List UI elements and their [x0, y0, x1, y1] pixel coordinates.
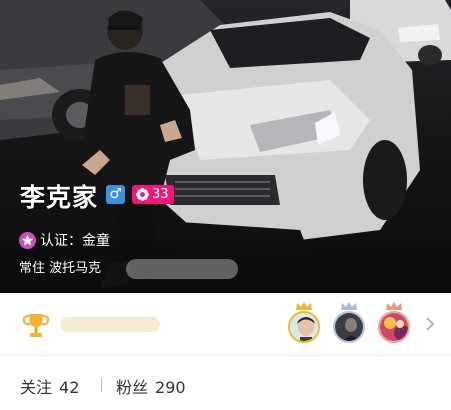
stats-divider — [101, 378, 102, 392]
chevron-right-icon[interactable] — [424, 315, 436, 333]
verified-star-icon — [19, 231, 36, 249]
fans-label: 粉丝 — [116, 378, 149, 397]
level-badge: 33 — [132, 185, 174, 204]
following-stat[interactable]: 关注 42 — [20, 374, 79, 398]
following-label: 关注 — [20, 378, 53, 397]
stats-row: 关注 42 粉丝 290 — [0, 356, 451, 410]
trophy-icon — [22, 314, 50, 337]
profile-name: 李克家 — [20, 183, 99, 212]
fans-stat[interactable]: 粉丝 290 — [116, 374, 186, 398]
silver-crown-icon — [341, 302, 357, 310]
honor-title-blurred — [60, 317, 160, 332]
fan-avatar-silver[interactable] — [331, 301, 367, 347]
residence-label: 常住 波托马克 — [19, 261, 102, 276]
gold-crown-icon — [296, 302, 312, 310]
verification-label: 认证：金童 — [40, 233, 110, 249]
verification-row: 认证：金童 — [19, 231, 110, 251]
bronze-crown-icon — [386, 302, 402, 310]
fans-count: 290 — [155, 378, 186, 397]
flower-icon — [136, 188, 149, 201]
profile-cover-photo: 李克家 ♂ 33 认证：金童 常住 波托马克 — [0, 0, 451, 293]
fan-avatar-bronze[interactable] — [376, 301, 412, 347]
honor-row[interactable] — [0, 293, 451, 356]
male-icon: ♂ — [106, 185, 125, 204]
blurred-info — [126, 259, 238, 279]
level-number: 33 — [152, 187, 169, 202]
following-count: 42 — [59, 378, 80, 397]
fan-avatar-gold[interactable] — [286, 301, 322, 347]
